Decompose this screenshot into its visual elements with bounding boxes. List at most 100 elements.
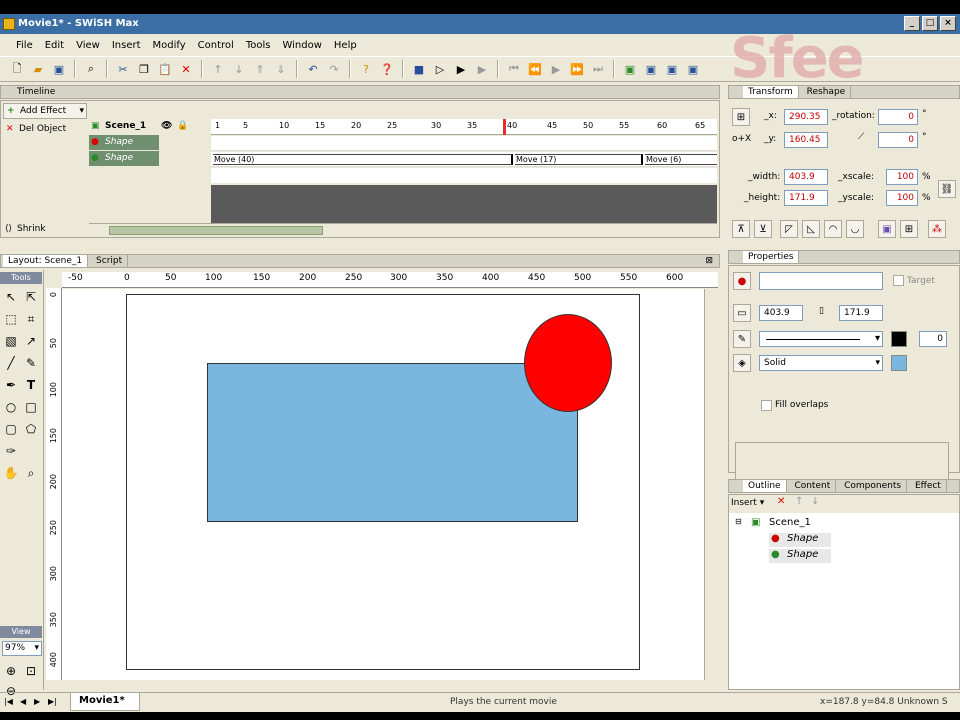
timeline-ruler[interactable]: 1 5 10 15 20 25 30 35 40 45 50 55 60 65 (211, 119, 717, 135)
xscale-input[interactable]: 100 (886, 169, 918, 185)
menu-insert[interactable]: Insert (106, 40, 147, 51)
layer-shape-2[interactable]: ● Shape (89, 151, 159, 166)
x-input[interactable]: 290.35 (784, 109, 828, 125)
maximize-button[interactable]: □ (922, 16, 938, 31)
rectangle-shape[interactable] (207, 363, 578, 522)
insert-button[interactable]: Insert ▾ (731, 498, 764, 508)
stage[interactable] (126, 294, 640, 670)
insert-image-icon[interactable]: ▣ (684, 60, 702, 78)
align-center-icon[interactable]: ⊻ (754, 220, 772, 238)
insert-sprite-icon[interactable]: ▣ (642, 60, 660, 78)
save-icon[interactable]: ▣ (50, 60, 68, 78)
cut-icon[interactable]: ✂ (114, 60, 132, 78)
collapse-icon[interactable]: ⊟ (735, 517, 742, 526)
yscale-input[interactable]: 100 (886, 190, 918, 206)
paste-icon[interactable]: 📋 (156, 60, 174, 78)
select-icon[interactable]: ↖ (2, 288, 20, 306)
playhead[interactable] (503, 119, 506, 135)
add-effect-button[interactable]: + Add Effect ▾ (3, 103, 87, 119)
nav-last-icon[interactable]: ▶| (48, 697, 57, 706)
timeline-track-shape-2[interactable] (211, 168, 717, 183)
fill-color-swatch[interactable] (891, 355, 907, 371)
prop-height-input[interactable]: 171.9 (839, 305, 883, 321)
autoshape-icon[interactable]: ⬠ (22, 420, 40, 438)
prop-width-input[interactable]: 403.9 (759, 305, 803, 321)
redo-icon[interactable]: ↷ (325, 60, 343, 78)
align-bottom-icon[interactable]: ◡ (846, 220, 864, 238)
tab-properties[interactable]: Properties (743, 251, 800, 263)
line-width-input[interactable]: 0 (919, 331, 947, 347)
grid-icon[interactable]: ⁂ (928, 220, 946, 238)
text-icon[interactable]: T (22, 376, 40, 394)
menu-view[interactable]: View (70, 40, 106, 51)
y-input[interactable]: 160.45 (784, 132, 828, 148)
tab-reshape[interactable]: Reshape (802, 86, 852, 98)
line-icon[interactable]: ╱ (2, 354, 20, 372)
nav-next-icon[interactable]: ▶ (34, 697, 40, 706)
canvas-vscroll[interactable] (704, 289, 718, 680)
nav-prev-icon[interactable]: ◀ (20, 697, 26, 706)
effect-bar[interactable]: Move (6) (645, 154, 717, 165)
insert-scene-icon[interactable]: ▣ (621, 60, 639, 78)
last-frame-icon[interactable]: ⏭ (589, 60, 607, 78)
help-icon[interactable]: ? (357, 60, 375, 78)
rounded-rect-icon[interactable]: ▢ (2, 420, 20, 438)
menu-help[interactable]: Help (328, 40, 363, 51)
close-icon[interactable]: ⊠ (705, 255, 713, 267)
distribute-icon[interactable]: ▣ (878, 220, 896, 238)
pen-icon[interactable]: ✒ (2, 376, 20, 394)
align-top-icon[interactable]: ◺ (802, 220, 820, 238)
width-input[interactable]: 403.9 (784, 169, 828, 185)
line-color-swatch[interactable] (891, 331, 907, 347)
menu-edit[interactable]: Edit (39, 40, 70, 51)
name-input[interactable] (759, 272, 883, 290)
timeline-track-scene[interactable] (211, 136, 717, 151)
shrink-button[interactable]: ⟨⟩ Shrink (3, 223, 87, 237)
tab-effect[interactable]: Effect (910, 480, 947, 492)
zoom-icon[interactable]: ⌕ (22, 464, 40, 482)
fill-overlaps-checkbox[interactable] (761, 400, 772, 411)
layer-scene[interactable]: ▣ Scene_1 👁 🔒 (89, 119, 209, 134)
send-back-icon[interactable]: ⇓ (272, 60, 290, 78)
undo-icon[interactable]: ↶ (304, 60, 322, 78)
tab-content[interactable]: Content (789, 480, 837, 492)
timeline-track-shape-1[interactable]: Move (40) Move (17) Move (6) (211, 152, 717, 167)
move-down-icon[interactable]: ↓ (230, 60, 248, 78)
effect-bar[interactable]: Move (17) (515, 154, 643, 165)
tab-script[interactable]: Script (91, 255, 129, 267)
minimize-button[interactable]: _ (904, 16, 920, 31)
rotation-input[interactable]: 0 (878, 109, 918, 125)
copy-icon[interactable]: ❐ (135, 60, 153, 78)
move-up-icon[interactable]: ↑ (209, 60, 227, 78)
close-button[interactable]: × (940, 16, 956, 31)
play-icon[interactable]: ▶ (547, 60, 565, 78)
del-object-button[interactable]: ✕ Del Object (3, 122, 87, 138)
menu-window[interactable]: Window (276, 40, 327, 51)
open-icon[interactable]: ▰ (29, 60, 47, 78)
height-input[interactable]: 171.9 (784, 190, 828, 206)
timeline-scrollbar[interactable] (89, 223, 717, 237)
lock-ratio-icon[interactable]: ⛓ (938, 180, 956, 198)
anchor-icon[interactable]: ⊞ (732, 108, 750, 126)
move-up-icon[interactable]: ↑ (795, 496, 803, 507)
first-frame-icon[interactable]: ⏮ (505, 60, 523, 78)
canvas-area[interactable] (62, 289, 718, 680)
tab-transform[interactable]: Transform (743, 86, 799, 98)
hand-icon[interactable]: ✋ (2, 464, 20, 482)
menu-control[interactable]: Control (192, 40, 240, 51)
zoom-in-icon[interactable]: ⊕ (2, 662, 20, 680)
fill-transform-icon[interactable]: ▧ (2, 332, 20, 350)
align-left-icon[interactable]: ⊼ (732, 220, 750, 238)
circle-shape[interactable] (524, 314, 612, 412)
prev-frame-icon[interactable]: ⏪ (526, 60, 544, 78)
tree-item-scene[interactable]: ⊟ ▣ Scene_1 (733, 517, 811, 531)
play-timeline-icon[interactable]: ▶ (452, 60, 470, 78)
motion-path-icon[interactable]: ↗ (22, 332, 40, 350)
nav-first-icon[interactable]: |◀ (4, 697, 13, 706)
move-down-icon[interactable]: ↓ (811, 496, 819, 507)
visibility-icon[interactable]: 👁 (161, 119, 172, 134)
menu-tools[interactable]: Tools (240, 40, 277, 51)
document-tab[interactable]: Movie1* (70, 693, 140, 711)
rectangle-icon[interactable]: □ (22, 398, 40, 416)
stop-icon[interactable]: ■ (410, 60, 428, 78)
